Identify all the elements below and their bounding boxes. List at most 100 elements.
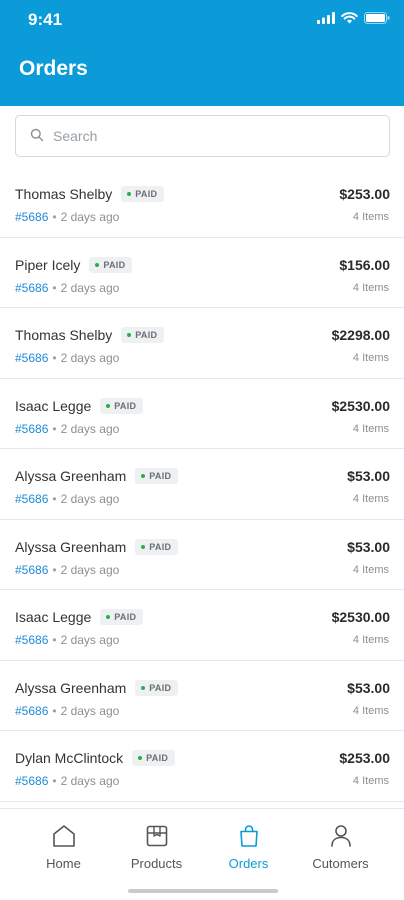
order-meta: #5686 • 2 days ago (15, 563, 119, 577)
customer-name-line: Dylan McClintock PAID (15, 750, 176, 766)
customer-name-line: Alyssa Greenham PAID (15, 679, 179, 696)
shopping-bag-icon (239, 825, 258, 847)
tab-home[interactable]: Home (13, 823, 114, 871)
order-row[interactable]: Dylan McClintock PAID #5686 • 2 days ago $253… (0, 731, 404, 802)
order-id-link[interactable]: #5686 (15, 281, 48, 295)
status-label: PAID (146, 753, 169, 763)
paid-dot-icon (127, 333, 132, 337)
order-id-link[interactable]: #5686 (15, 633, 48, 647)
order-row[interactable]: Alyssa Greenham PAID #5686 • 2 days ago $53.0… (0, 449, 404, 520)
search-icon (30, 128, 44, 142)
order-time: 2 days ago (60, 280, 120, 295)
customer-name: Thomas Shelby (15, 186, 113, 202)
status-label: PAID (135, 189, 158, 199)
item-count: 4 Items (352, 775, 389, 787)
order-id-link[interactable]: #5686 (15, 422, 48, 436)
order-amount: $253.00 (339, 750, 390, 766)
order-meta: #5686 • 2 days ago (15, 492, 119, 506)
paid-dot-icon (106, 615, 111, 619)
separator-dot: • (52, 351, 57, 365)
customer-name-line: Thomas Shelby PAID (15, 186, 165, 202)
status-badge: PAID (121, 186, 165, 202)
order-amount: $53.00 (347, 468, 390, 484)
tab-products-label: Products (130, 856, 183, 871)
order-id-link[interactable]: #5686 (15, 492, 48, 506)
order-amount: $253.00 (339, 186, 390, 202)
status-badge: PAID (135, 538, 179, 555)
status-badge: PAID (100, 397, 144, 414)
home-icon (52, 825, 75, 847)
status-label: PAID (114, 400, 137, 411)
order-id-link[interactable]: #5686 (15, 704, 48, 718)
order-meta: #5686 • 2 days ago (15, 210, 119, 224)
paid-dot-icon (127, 192, 132, 196)
home-indicator (128, 889, 278, 893)
order-time: 2 days ago (60, 562, 120, 577)
status-bar: 9:41 (0, 0, 404, 40)
status-label: PAID (114, 612, 137, 622)
order-row[interactable]: Thomas Shelby PAID #5686 • 2 days ago $2298.0… (0, 308, 404, 379)
order-id-link[interactable]: #5686 (15, 563, 48, 577)
status-badge: PAID (100, 609, 144, 625)
order-time: 2 days ago (60, 351, 120, 365)
order-row[interactable]: Alyssa Greenham PAID #5686 • 2 days ago $53.0… (0, 661, 404, 731)
order-time: 2 days ago (60, 703, 120, 718)
tab-customers[interactable]: Cutomers (290, 823, 391, 871)
search-input[interactable] (53, 116, 373, 156)
order-meta: #5686 • 2 days ago (15, 774, 119, 788)
search-box[interactable] (15, 115, 390, 157)
customer-name-line: Alyssa Greenham PAID (15, 538, 179, 555)
customer-name: Isaac Legge (15, 397, 92, 414)
order-id-link[interactable]: #5686 (15, 351, 48, 365)
order-amount: $53.00 (347, 538, 390, 555)
separator-dot: • (52, 421, 57, 436)
customer-name: Alyssa Greenham (15, 468, 127, 484)
customer-name: Dylan McClintock (15, 750, 124, 766)
status-badge: PAID (121, 327, 165, 343)
item-count: 4 Items (352, 422, 389, 435)
item-count: 4 Items (352, 704, 389, 717)
item-count: 4 Items (352, 211, 389, 223)
customer-name: Alyssa Greenham (15, 538, 127, 555)
customer-name: Thomas Shelby (15, 327, 113, 343)
tab-products[interactable]: Products (106, 823, 207, 871)
tab-orders[interactable]: Orders (198, 823, 299, 871)
separator-dot: • (52, 492, 57, 506)
status-label: PAID (103, 259, 126, 270)
order-meta: #5686 • 2 days ago (15, 351, 119, 365)
customer-name: Alyssa Greenham (15, 679, 127, 696)
order-row[interactable]: Thomas Shelby PAID #5686 • 2 days ago $253.00… (0, 167, 404, 238)
paid-dot-icon (141, 685, 146, 690)
status-badge: PAID (135, 679, 179, 696)
status-time: 9:41 (28, 10, 63, 29)
customer-name-line: Isaac Legge PAID (15, 397, 144, 414)
customer-name-line: Thomas Shelby PAID (15, 327, 165, 343)
item-count: 4 Items (352, 281, 389, 294)
order-id-link[interactable]: #5686 (15, 774, 48, 788)
status-badge: PAID (135, 468, 179, 484)
tab-customers-label: Cutomers (312, 856, 369, 871)
order-amount: $53.00 (347, 679, 390, 696)
order-id-link[interactable]: #5686 (15, 210, 48, 224)
order-amount: $156.00 (339, 256, 390, 273)
order-meta: #5686 • 2 days ago (15, 704, 119, 718)
status-label: PAID (149, 471, 172, 481)
signal-icon (317, 12, 335, 24)
customer-name-line: Piper Icely PAID (15, 256, 133, 273)
customer-name-line: Isaac Legge PAID (15, 609, 144, 625)
order-row[interactable]: Isaac Legge PAID #5686 • 2 days ago $2530.00 4… (0, 590, 404, 661)
order-row[interactable]: Isaac Legge PAID #5686 • 2 days ago $2530.00 4… (0, 379, 404, 449)
page-title: Orders (19, 57, 88, 80)
order-row[interactable]: Piper Icely PAID #5686 • 2 days ago $156.00 4 … (0, 238, 404, 308)
wifi-icon (341, 12, 358, 24)
separator-dot: • (52, 633, 57, 647)
separator-dot: • (52, 703, 57, 718)
order-row[interactable]: Alyssa Greenham PAID #5686 • 2 days ago $53.0… (0, 520, 404, 590)
status-badge: PAID (89, 256, 133, 273)
item-count: 4 Items (352, 634, 389, 646)
status-label: PAID (135, 330, 158, 340)
tab-orders-label: Orders (228, 856, 269, 871)
paid-dot-icon (106, 403, 111, 408)
customer-name: Piper Icely (15, 256, 81, 273)
item-count: 4 Items (352, 563, 389, 576)
